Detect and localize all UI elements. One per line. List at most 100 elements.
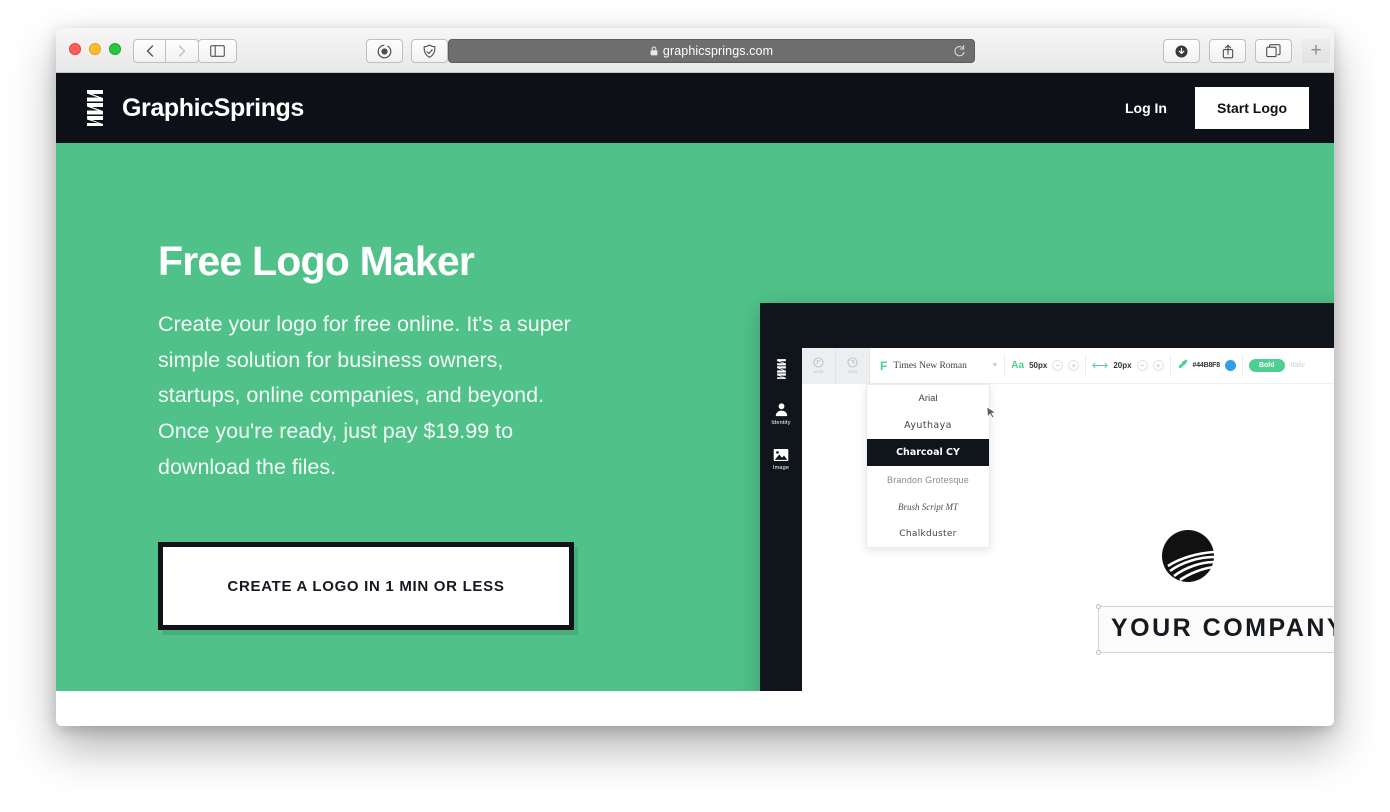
app-mockup: Identity Image undo redo F Times New Rom… [760, 303, 1334, 691]
reader-view-button[interactable] [366, 39, 403, 63]
letter-spacing-value: 20px [1113, 361, 1132, 370]
new-tab-label: + [1310, 40, 1322, 61]
navigation-buttons [133, 39, 199, 63]
redo-icon [847, 357, 858, 368]
chevron-left-icon [146, 45, 153, 57]
font-option-arial[interactable]: Arial [867, 385, 989, 412]
forward-button[interactable] [166, 39, 199, 63]
page-content: GraphicSprings Log In Start Logo Free Lo… [56, 73, 1334, 726]
app-main: undo redo F Times New Roman ▼ Aa 50px − … [802, 347, 1334, 691]
app-topbar [760, 303, 1334, 348]
start-logo-button[interactable]: Start Logo [1195, 87, 1309, 129]
app-sidebar: Identity Image [760, 348, 802, 691]
undo-label: undo [813, 369, 824, 374]
window-controls [69, 43, 121, 55]
font-option-ayuthaya[interactable]: Ayuthaya [867, 412, 989, 439]
sidebar-toggle-button[interactable] [198, 39, 237, 63]
new-tab-button[interactable]: + [1302, 39, 1330, 63]
browser-window: graphicsprings.com + GraphicSprings Log … [56, 28, 1334, 726]
color-hex-value: #44B8F8 [1192, 362, 1221, 369]
sidebar-item-label: Image [772, 465, 790, 471]
font-family-select[interactable]: F Times New Roman ▼ [880, 359, 998, 373]
chevron-right-icon [178, 45, 186, 57]
minimize-window-button[interactable] [89, 43, 101, 55]
toolbar-divider [1004, 354, 1006, 377]
share-icon [1222, 44, 1233, 58]
font-size-value: 50px [1029, 361, 1048, 370]
canvas-text-element[interactable]: YOUR COMPANY [1096, 604, 1334, 655]
letter-spacing-increase-button[interactable]: + [1152, 360, 1164, 371]
font-size-increase-button[interactable]: + [1068, 360, 1080, 371]
letter-spacing-group: 20px − + [1092, 360, 1164, 371]
spring-logo-icon [776, 359, 786, 379]
login-link[interactable]: Log In [1125, 100, 1167, 116]
download-icon [1175, 45, 1188, 57]
font-option-charcoal-cy[interactable]: Charcoal CY [867, 439, 989, 466]
maximize-window-button[interactable] [109, 43, 121, 55]
editor-toolbar: undo redo F Times New Roman ▼ Aa 50px − … [802, 347, 1334, 384]
font-size-icon: Aa [1011, 360, 1025, 371]
tab-overview-icon [1266, 44, 1281, 58]
undo-button[interactable]: undo [802, 347, 836, 384]
arrows-horizontal-icon [1092, 361, 1108, 371]
bold-button[interactable]: Bold [1248, 359, 1285, 372]
downloads-button[interactable] [1163, 39, 1200, 63]
redo-button[interactable]: redo [836, 347, 870, 384]
hero-paragraph: Create your logo for free online. It's a… [158, 312, 571, 479]
font-dropdown[interactable]: Arial Ayuthaya Charcoal CY Brandon Grote… [866, 384, 990, 548]
page-title: Free Logo Maker [158, 238, 475, 284]
eyedropper-icon [1177, 359, 1188, 373]
url-display: graphicsprings.com [650, 44, 773, 58]
font-size-decrease-button[interactable]: − [1052, 360, 1064, 371]
company-text: YOUR COMPANY [1111, 614, 1334, 642]
font-option-brush-script-mt[interactable]: Brush Script MT [867, 493, 989, 520]
header-nav: Log In Start Logo [1125, 87, 1309, 129]
font-option-brandon-grotesque[interactable]: Brandon Grotesque [867, 466, 989, 493]
resize-handle[interactable] [1096, 650, 1101, 655]
undo-icon [813, 357, 824, 368]
image-icon [773, 449, 789, 461]
hero-section: Free Logo Maker Create your logo for fre… [56, 143, 1334, 691]
toolbar-divider [1241, 354, 1243, 377]
site-header: GraphicSprings Log In Start Logo [56, 73, 1334, 143]
sidebar-item-image[interactable]: Image [773, 448, 789, 471]
sidebar-item-identity[interactable]: Identity [771, 402, 790, 426]
privacy-report-button[interactable] [411, 39, 448, 63]
font-option-chalkduster[interactable]: Chalkduster [867, 520, 989, 547]
address-bar[interactable]: graphicsprings.com [448, 39, 975, 63]
hero-copy: Free Logo Maker Create your logo for fre… [158, 238, 588, 485]
font-icon: F [880, 358, 888, 373]
spring-logo-icon [87, 90, 103, 126]
url-text: graphicsprings.com [662, 44, 774, 58]
resize-handle[interactable] [1096, 604, 1101, 609]
color-group[interactable]: #44B8F8 [1177, 359, 1236, 373]
italic-button[interactable]: Italic [1291, 362, 1305, 369]
privacy-shield-icon [423, 43, 436, 58]
brand-logo[interactable]: GraphicSprings [84, 88, 304, 128]
reload-icon[interactable] [953, 44, 966, 64]
toolbar-divider [1169, 354, 1171, 377]
redo-label: redo [847, 369, 857, 374]
create-logo-button[interactable]: CREATE A LOGO IN 1 MIN OR LESS [158, 542, 574, 630]
sidebar-icon [210, 45, 225, 57]
letter-spacing-decrease-button[interactable]: − [1136, 360, 1148, 371]
chevron-down-icon: ▼ [991, 362, 999, 369]
brand-name: GraphicSprings [122, 93, 304, 122]
close-window-button[interactable] [69, 43, 81, 55]
font-size-group: Aa 50px − + [1011, 360, 1080, 371]
history-buttons: undo redo [802, 347, 870, 384]
app-body: Identity Image undo redo F Times New Rom… [760, 347, 1334, 691]
person-icon [775, 403, 787, 417]
pointer-cursor-icon [986, 406, 997, 422]
share-button[interactable] [1209, 39, 1246, 63]
toolbar-right-buttons [1163, 39, 1292, 63]
color-swatch[interactable] [1224, 360, 1236, 371]
browser-toolbar: graphicsprings.com + [56, 28, 1334, 73]
toolbar-divider [1085, 354, 1087, 377]
back-button[interactable] [133, 39, 166, 63]
sidebar-item-label: Identity [771, 420, 791, 426]
canvas-logo-mark[interactable] [1160, 528, 1216, 589]
lock-icon [650, 46, 658, 56]
globe-swoosh-icon [1162, 530, 1215, 582]
tab-overview-button[interactable] [1255, 39, 1292, 63]
